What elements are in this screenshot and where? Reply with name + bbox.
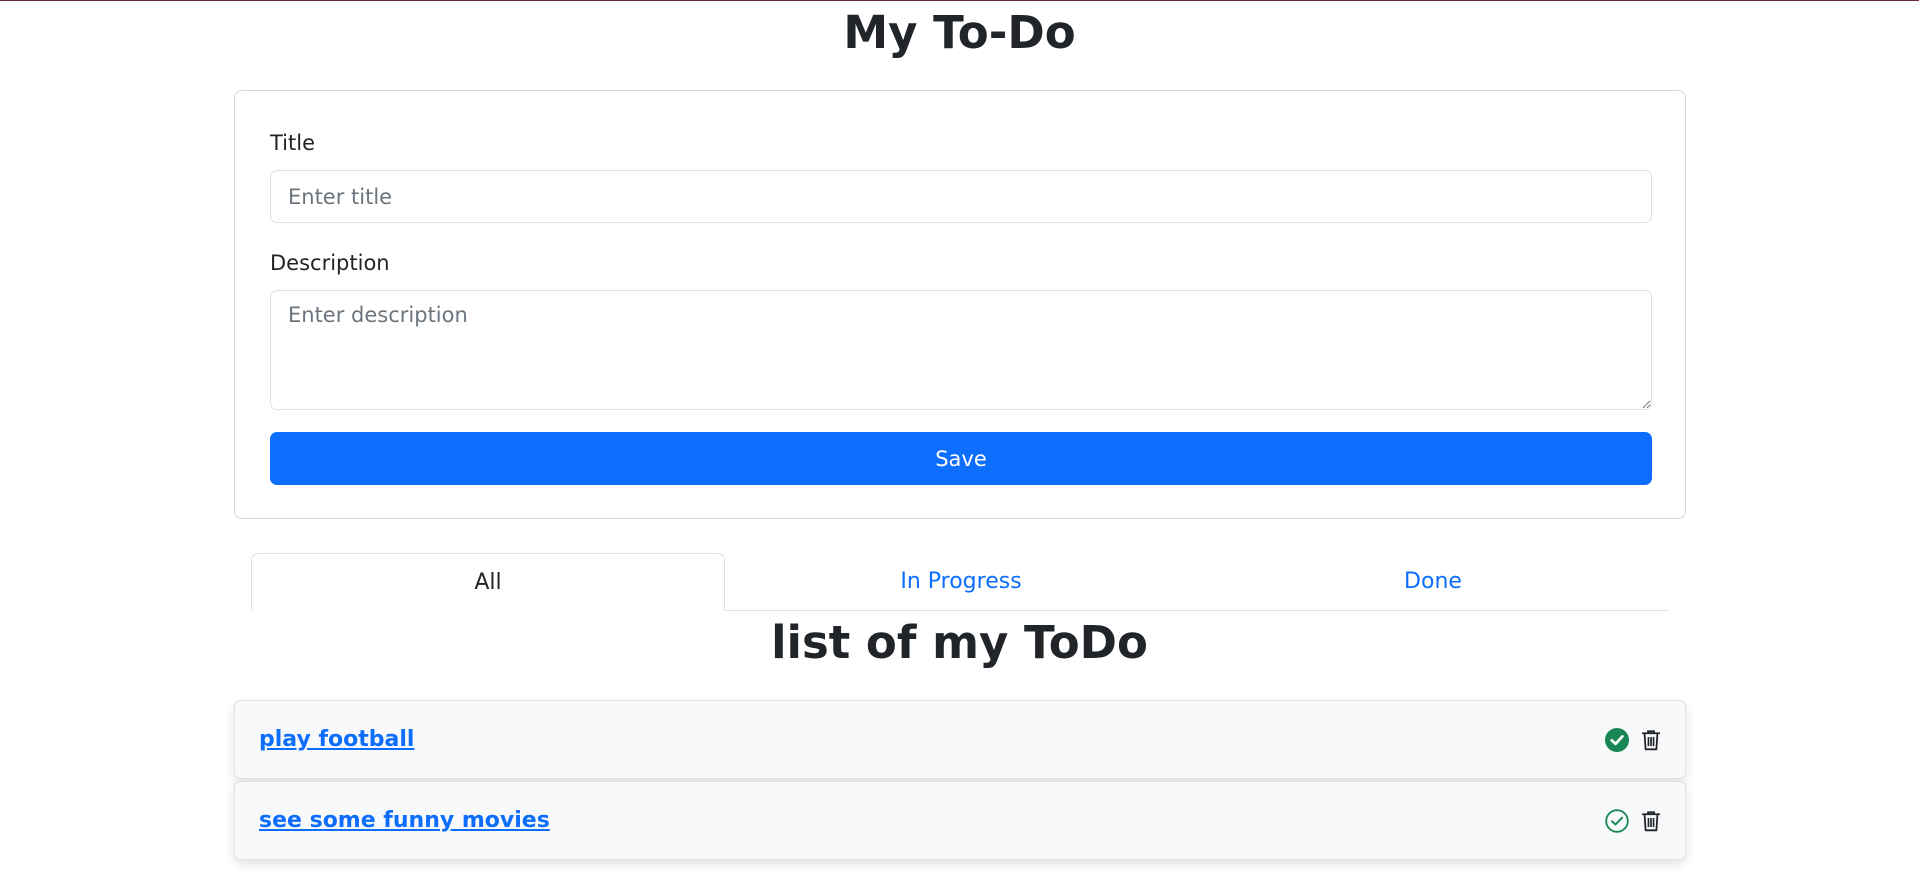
todo-actions [1605, 728, 1663, 752]
todo-item: play football [234, 700, 1686, 779]
title-label: Title [270, 131, 316, 155]
description-label: Description [270, 251, 390, 275]
save-button[interactable]: Save [270, 432, 1652, 485]
todo-title-link[interactable]: see some funny movies [259, 807, 550, 835]
description-textarea[interactable] [270, 290, 1652, 410]
tab-in-progress[interactable]: In Progress [725, 553, 1197, 610]
title-input[interactable] [270, 170, 1652, 223]
tab-all[interactable]: All [251, 553, 725, 611]
todo-form-card: Title Description Save [234, 90, 1686, 519]
trash-icon[interactable] [1639, 809, 1663, 833]
page-title: My To-Do [843, 6, 1076, 59]
list-heading: list of my ToDo [771, 616, 1148, 669]
check-circle-outline-icon[interactable] [1605, 809, 1629, 833]
todo-list: play football see some funny movies [234, 700, 1686, 862]
todo-item: see some funny movies [234, 781, 1686, 860]
todo-actions [1605, 809, 1663, 833]
tab-done[interactable]: Done [1197, 553, 1669, 610]
todo-title-link[interactable]: play football [259, 726, 414, 754]
page: My To-Do Title Description Save All In P… [0, 0, 1919, 871]
check-circle-fill-icon[interactable] [1605, 728, 1629, 752]
trash-icon[interactable] [1639, 728, 1663, 752]
filter-tabs: All In Progress Done [251, 553, 1669, 611]
